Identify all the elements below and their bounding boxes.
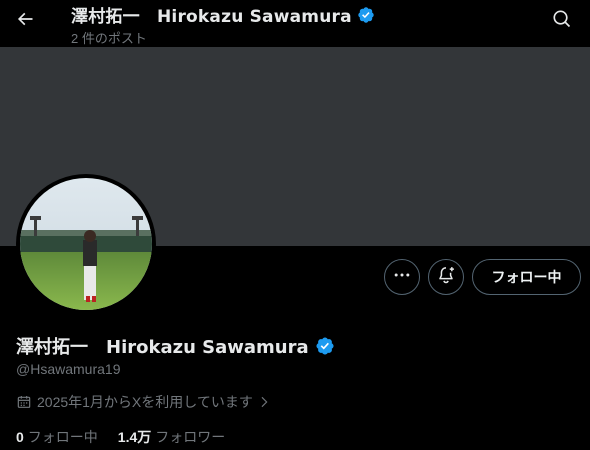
chevron-right-icon	[257, 395, 271, 409]
following-count: 0	[16, 429, 24, 445]
verified-badge-icon[interactable]	[357, 6, 375, 24]
followers-link[interactable]: 1.4万 フォロワー	[118, 427, 225, 447]
joined-date[interactable]: 2025年1月からXを利用しています	[16, 392, 271, 412]
search-icon	[552, 9, 572, 34]
followers-count: 1.4万	[117, 429, 152, 445]
header-title: 澤村拓一 Hirokazu Sawamura	[71, 2, 375, 27]
following-label: フォロー中	[27, 429, 98, 445]
avatar[interactable]	[16, 174, 156, 314]
header-name-text: 澤村拓一 Hirokazu Sawamura	[71, 7, 352, 27]
avatar-image	[20, 178, 152, 310]
more-button[interactable]	[384, 259, 420, 295]
notify-button[interactable]	[428, 259, 464, 295]
following-link[interactable]: 0 フォロー中	[16, 427, 98, 447]
follow-stats: 0 フォロー中 1.4万 フォロワー	[16, 427, 245, 447]
arrow-left-icon	[15, 9, 35, 34]
back-button[interactable]	[9, 5, 41, 37]
verified-badge-icon[interactable]	[315, 336, 335, 356]
following-button[interactable]: フォロー中	[472, 259, 581, 295]
profile-name: 澤村拓一 Hirokazu Sawamura	[16, 333, 335, 359]
more-horizontal-icon	[392, 265, 412, 290]
search-button[interactable]	[545, 4, 579, 38]
top-bar: 澤村拓一 Hirokazu Sawamura 2 件のポスト	[0, 0, 590, 47]
profile-handle: @Hsawamura19	[16, 361, 121, 377]
post-count: 2 件のポスト	[71, 31, 147, 46]
bell-plus-icon	[436, 265, 456, 290]
profile-name-text: 澤村拓一 Hirokazu Sawamura	[16, 337, 309, 358]
followers-label: フォロワー	[155, 429, 226, 445]
calendar-icon	[16, 394, 32, 410]
joined-text: 2025年1月からXを利用しています	[37, 394, 253, 410]
